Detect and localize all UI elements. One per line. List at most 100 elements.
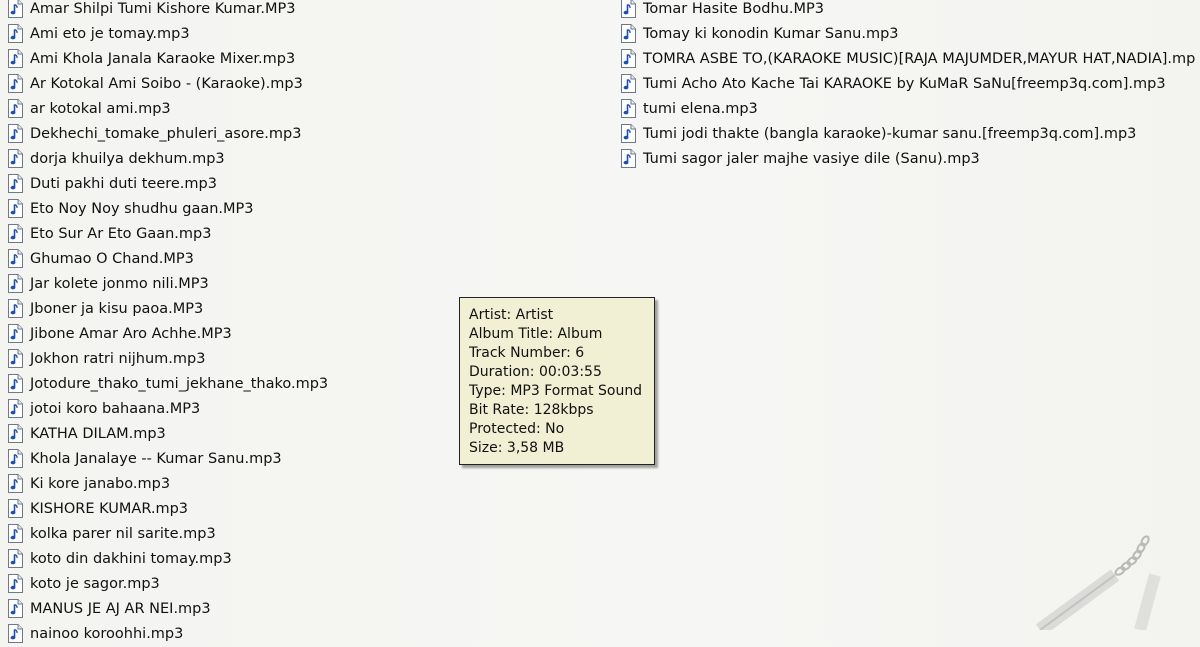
audio-file-icon — [8, 424, 23, 443]
audio-file-icon — [8, 249, 23, 268]
file-name: MANUS JE AJ AR NEI.mp3 — [30, 600, 211, 617]
file-item[interactable]: Eto Noy Noy shudhu gaan.MP3 — [8, 196, 328, 221]
file-item[interactable]: tumi elena.mp3 — [621, 96, 1195, 121]
audio-file-icon — [8, 299, 23, 318]
audio-file-icon — [621, 124, 636, 143]
file-item[interactable]: dorja khuilya dekhum.mp3 — [8, 146, 328, 171]
file-name: dorja khuilya dekhum.mp3 — [30, 150, 225, 167]
file-item[interactable]: Ami eto je tomay.mp3 — [8, 21, 328, 46]
file-column-right: Tomar Hasite Bodhu.MP3 Tomay ki konodin K… — [621, 0, 1195, 171]
file-name: Jboner ja kisu paoa.MP3 — [30, 300, 204, 317]
file-item[interactable]: kolka parer nil sarite.mp3 — [8, 521, 328, 546]
audio-file-icon — [8, 24, 23, 43]
file-name: Ki kore janabo.mp3 — [30, 475, 171, 492]
audio-file-icon — [8, 549, 23, 568]
file-item[interactable]: KATHA DILAM.mp3 — [8, 421, 328, 446]
file-name: Eto Noy Noy shudhu gaan.MP3 — [30, 200, 254, 217]
audio-file-icon — [8, 324, 23, 343]
file-name: Ghumao O Chand.MP3 — [30, 250, 194, 267]
audio-file-icon — [8, 574, 23, 593]
audio-file-icon — [8, 499, 23, 518]
file-item[interactable]: Tomay ki konodin Kumar Sanu.mp3 — [621, 21, 1195, 46]
file-info-tooltip: Artist: Artist Album Title: Album Track … — [459, 297, 655, 465]
file-item[interactable]: Tumi Acho Ato Kache Tai KARAOKE by KuMaR… — [621, 71, 1195, 96]
audio-file-icon — [8, 599, 23, 618]
audio-file-icon — [8, 74, 23, 93]
tooltip-size: Size: 3,58 MB — [469, 440, 565, 456]
audio-file-icon — [621, 74, 636, 93]
file-name: tumi elena.mp3 — [643, 100, 758, 117]
file-item[interactable]: Tumi jodi thakte (bangla karaoke)-kumar … — [621, 121, 1195, 146]
file-item[interactable]: TOMRA ASBE TO,(KARAOKE MUSIC)[RAJA MAJUM… — [621, 46, 1195, 71]
audio-file-icon — [8, 374, 23, 393]
file-item[interactable]: Jboner ja kisu paoa.MP3 — [8, 296, 328, 321]
file-item[interactable]: ar kotokal ami.mp3 — [8, 96, 328, 121]
file-name: Duti pakhi duti teere.mp3 — [30, 175, 217, 192]
file-item[interactable]: Ki kore janabo.mp3 — [8, 471, 328, 496]
file-name: Tumi Acho Ato Kache Tai KARAOKE by KuMaR… — [643, 75, 1166, 92]
nunchaku-watermark-icon — [1035, 535, 1161, 630]
audio-file-icon — [621, 0, 636, 18]
file-item[interactable]: KISHORE KUMAR.mp3 — [8, 496, 328, 521]
audio-file-icon — [8, 199, 23, 218]
file-name: Ami eto je tomay.mp3 — [30, 25, 190, 42]
file-name: Tomar Hasite Bodhu.MP3 — [643, 0, 824, 17]
file-item[interactable]: nainoo koroohhi.mp3 — [8, 621, 328, 646]
audio-file-icon — [8, 399, 23, 418]
audio-file-icon — [621, 99, 636, 118]
file-name: KATHA DILAM.mp3 — [30, 425, 166, 442]
file-item[interactable]: koto je sagor.mp3 — [8, 571, 328, 596]
file-item[interactable]: Ar Kotokal Ami Soibo - (Karaoke).mp3 — [8, 71, 328, 96]
file-item[interactable]: Jar kolete jonmo nili.MP3 — [8, 271, 328, 296]
file-name: Amar Shilpi Tumi Kishore Kumar.MP3 — [30, 0, 296, 17]
file-item[interactable]: Ami Khola Janala Karaoke Mixer.mp3 — [8, 46, 328, 71]
tooltip-album: Album Title: Album — [469, 326, 603, 342]
file-name: ar kotokal ami.mp3 — [30, 100, 171, 117]
file-item[interactable]: Tomar Hasite Bodhu.MP3 — [621, 0, 1195, 21]
file-item[interactable]: jotoi koro bahaana.MP3 — [8, 396, 328, 421]
file-name: TOMRA ASBE TO,(KARAOKE MUSIC)[RAJA MAJUM… — [643, 50, 1196, 67]
tooltip-protected: Protected: No — [469, 421, 565, 437]
file-name: Ami Khola Janala Karaoke Mixer.mp3 — [30, 50, 296, 67]
audio-file-icon — [8, 149, 23, 168]
file-name: nainoo koroohhi.mp3 — [30, 625, 184, 642]
file-name: Tomay ki konodin Kumar Sanu.mp3 — [643, 25, 899, 42]
audio-file-icon — [8, 524, 23, 543]
audio-file-icon — [8, 449, 23, 468]
file-name: Jokhon ratri nijhum.mp3 — [30, 350, 206, 367]
audio-file-icon — [8, 99, 23, 118]
audio-file-icon — [8, 274, 23, 293]
file-item[interactable]: Eto Sur Ar Eto Gaan.mp3 — [8, 221, 328, 246]
file-item[interactable]: Tumi sagor jaler majhe vasiye dile (Sanu… — [621, 146, 1195, 171]
file-item[interactable]: Amar Shilpi Tumi Kishore Kumar.MP3 — [8, 0, 328, 21]
audio-file-icon — [8, 124, 23, 143]
file-item[interactable]: koto din dakhini tomay.mp3 — [8, 546, 328, 571]
file-name: Jibone Amar Aro Achhe.MP3 — [30, 325, 232, 342]
audio-file-icon — [621, 49, 636, 68]
file-item[interactable]: Jokhon ratri nijhum.mp3 — [8, 346, 328, 371]
file-item[interactable]: Jotodure_thako_tumi_jekhane_thako.mp3 — [8, 371, 328, 396]
audio-file-icon — [8, 624, 23, 643]
file-name: koto din dakhini tomay.mp3 — [30, 550, 232, 567]
file-name: koto je sagor.mp3 — [30, 575, 160, 592]
file-name: Jar kolete jonmo nili.MP3 — [30, 275, 209, 292]
file-item[interactable]: Duti pakhi duti teere.mp3 — [8, 171, 328, 196]
file-name: Dekhechi_tomake_phuleri_asore.mp3 — [30, 125, 302, 142]
file-item[interactable]: Dekhechi_tomake_phuleri_asore.mp3 — [8, 121, 328, 146]
file-name: Khola Janalaye -- Kumar Sanu.mp3 — [30, 450, 282, 467]
file-item[interactable]: Jibone Amar Aro Achhe.MP3 — [8, 321, 328, 346]
audio-file-icon — [8, 224, 23, 243]
audio-file-icon — [8, 474, 23, 493]
file-name: Tumi sagor jaler majhe vasiye dile (Sanu… — [643, 150, 980, 167]
file-item[interactable]: MANUS JE AJ AR NEI.mp3 — [8, 596, 328, 621]
tooltip-artist: Artist: Artist — [469, 307, 554, 323]
file-item[interactable]: Khola Janalaye -- Kumar Sanu.mp3 — [8, 446, 328, 471]
audio-file-icon — [8, 49, 23, 68]
file-column-left: Amar Shilpi Tumi Kishore Kumar.MP3 Ami et… — [8, 0, 328, 646]
file-item[interactable]: Ghumao O Chand.MP3 — [8, 246, 328, 271]
file-name: Tumi jodi thakte (bangla karaoke)-kumar … — [643, 125, 1137, 142]
audio-file-icon — [621, 149, 636, 168]
tooltip-type: Type: MP3 Format Sound — [469, 383, 643, 399]
file-name: Jotodure_thako_tumi_jekhane_thako.mp3 — [30, 375, 329, 392]
audio-file-icon — [8, 349, 23, 368]
